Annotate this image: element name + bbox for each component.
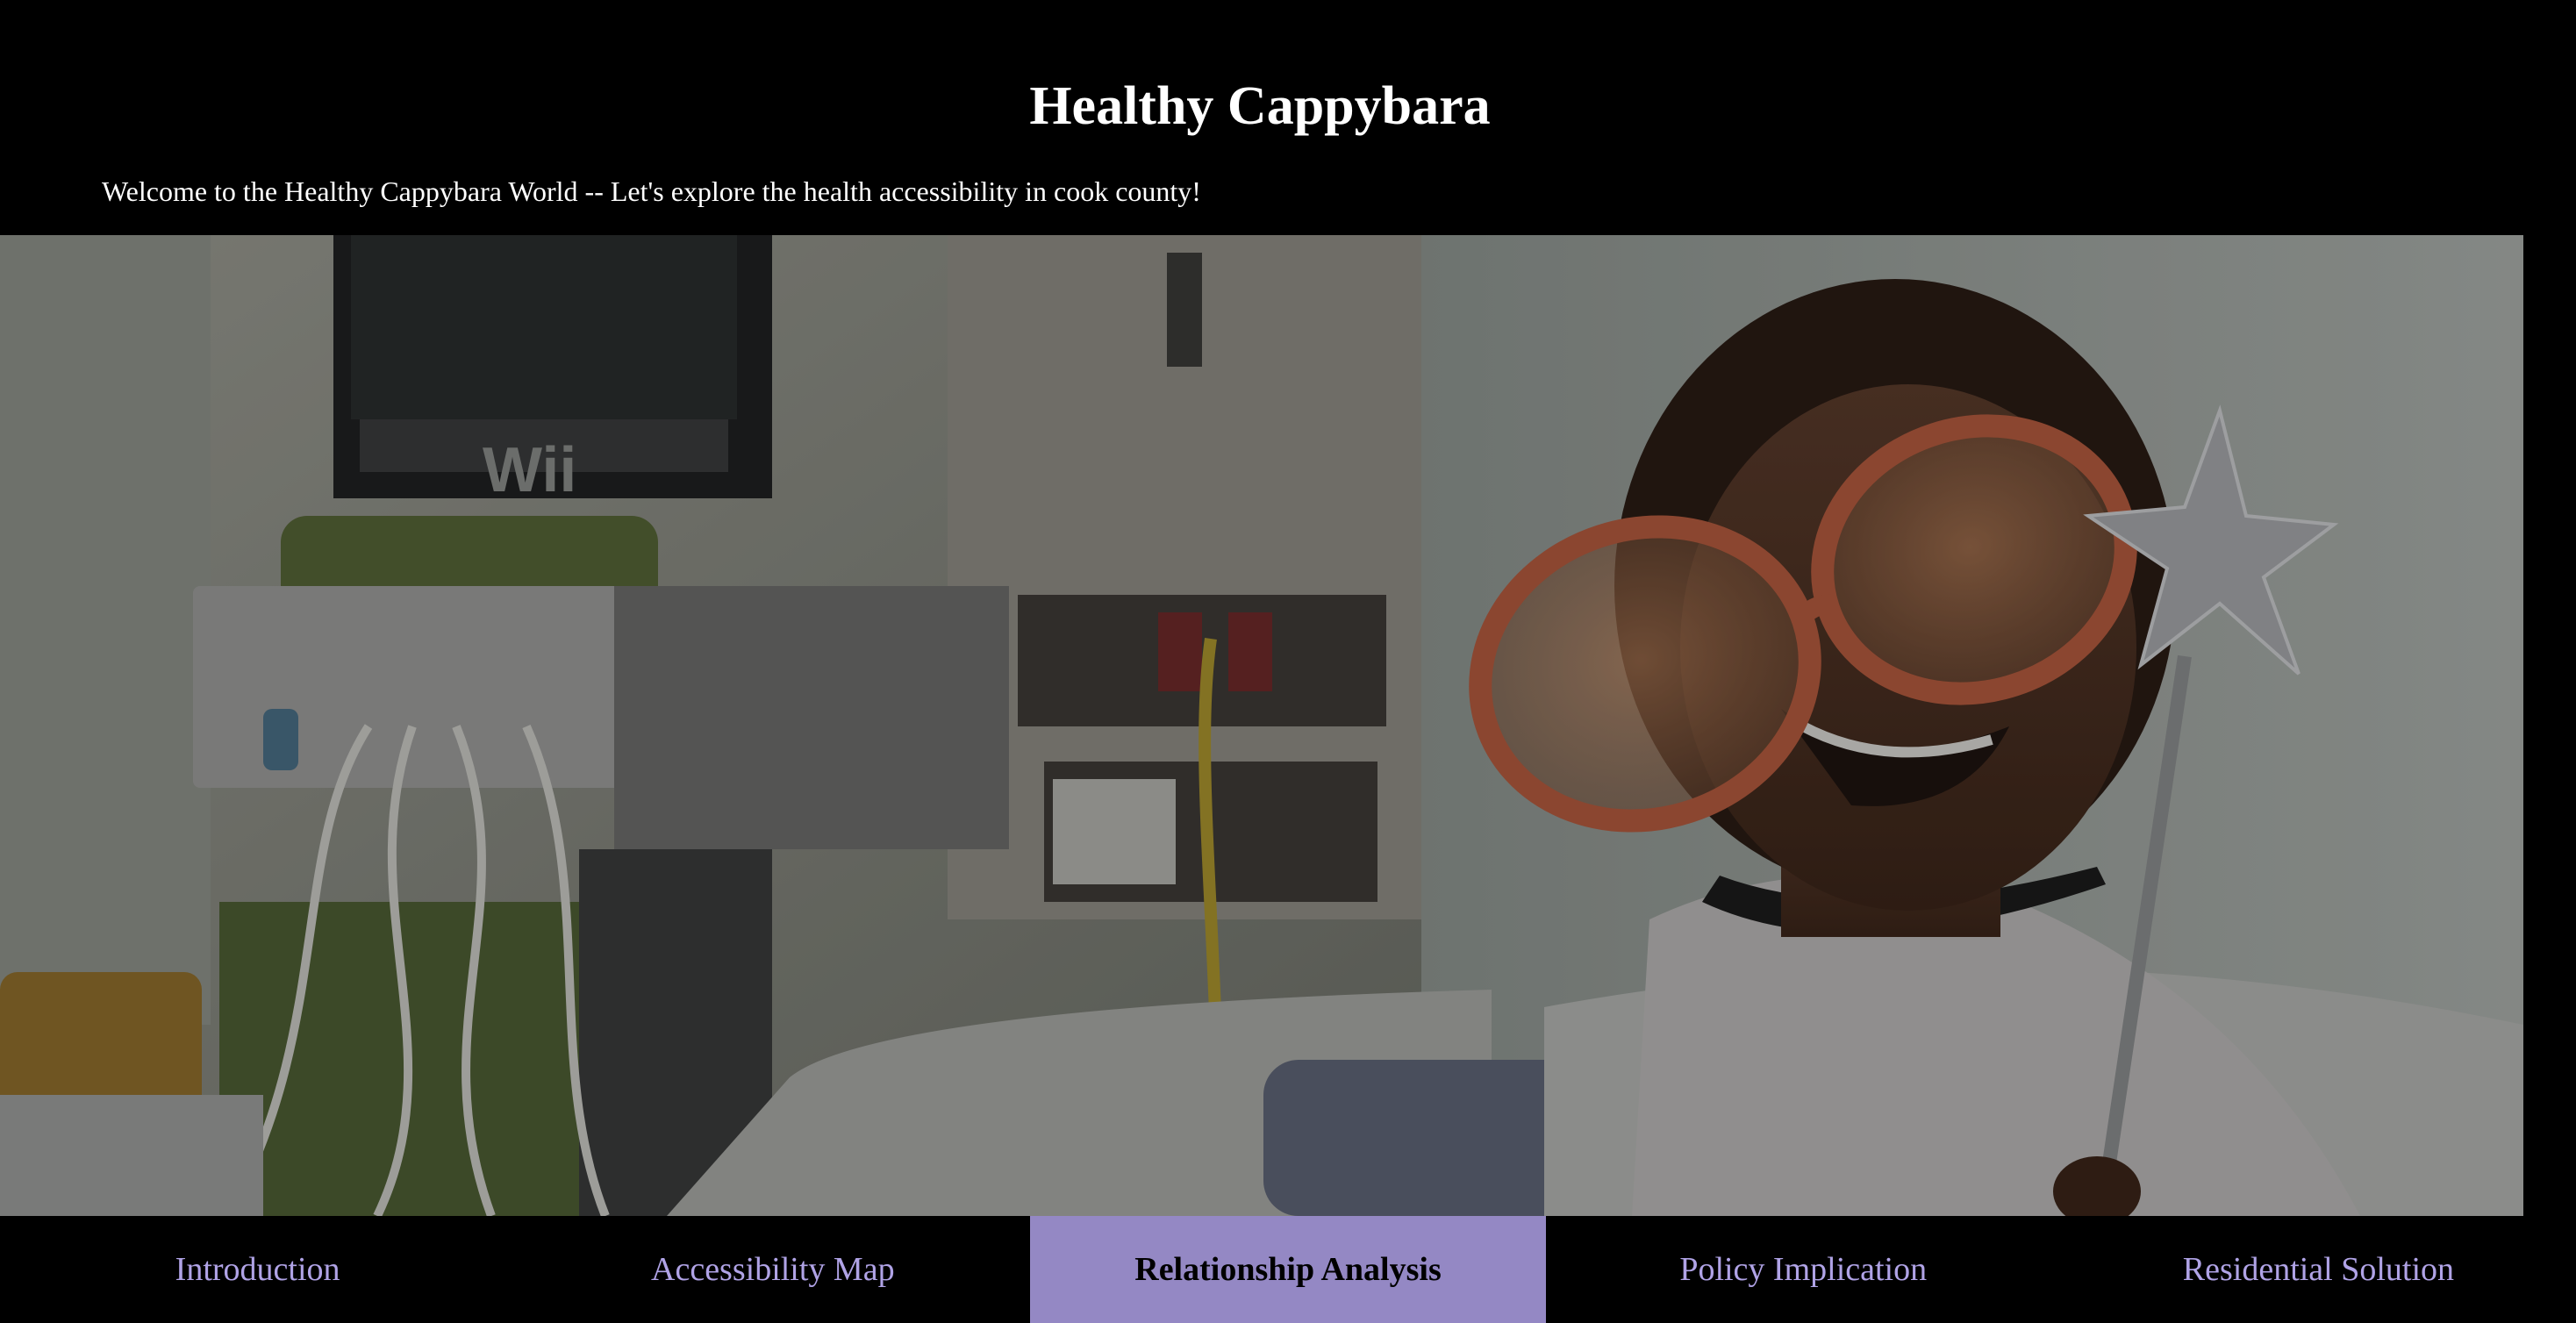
nav-residential-solution[interactable]: Residential Solution — [2061, 1216, 2576, 1323]
main-nav: Introduction Accessibility Map Relations… — [0, 1216, 2576, 1323]
hero-image: Wii — [0, 235, 2523, 1216]
welcome-text: Welcome to the Healthy Cappybara World -… — [102, 175, 1201, 207]
site-header: Healthy Cappybara Welcome to the Healthy… — [0, 0, 2576, 235]
nav-policy-implication[interactable]: Policy Implication — [1546, 1216, 2061, 1323]
site-title: Healthy Cappybara — [1029, 76, 1491, 136]
nav-accessibility-map[interactable]: Accessibility Map — [515, 1216, 1030, 1323]
nav-relationship-analysis[interactable]: Relationship Analysis — [1030, 1216, 1546, 1323]
nav-introduction[interactable]: Introduction — [0, 1216, 515, 1323]
